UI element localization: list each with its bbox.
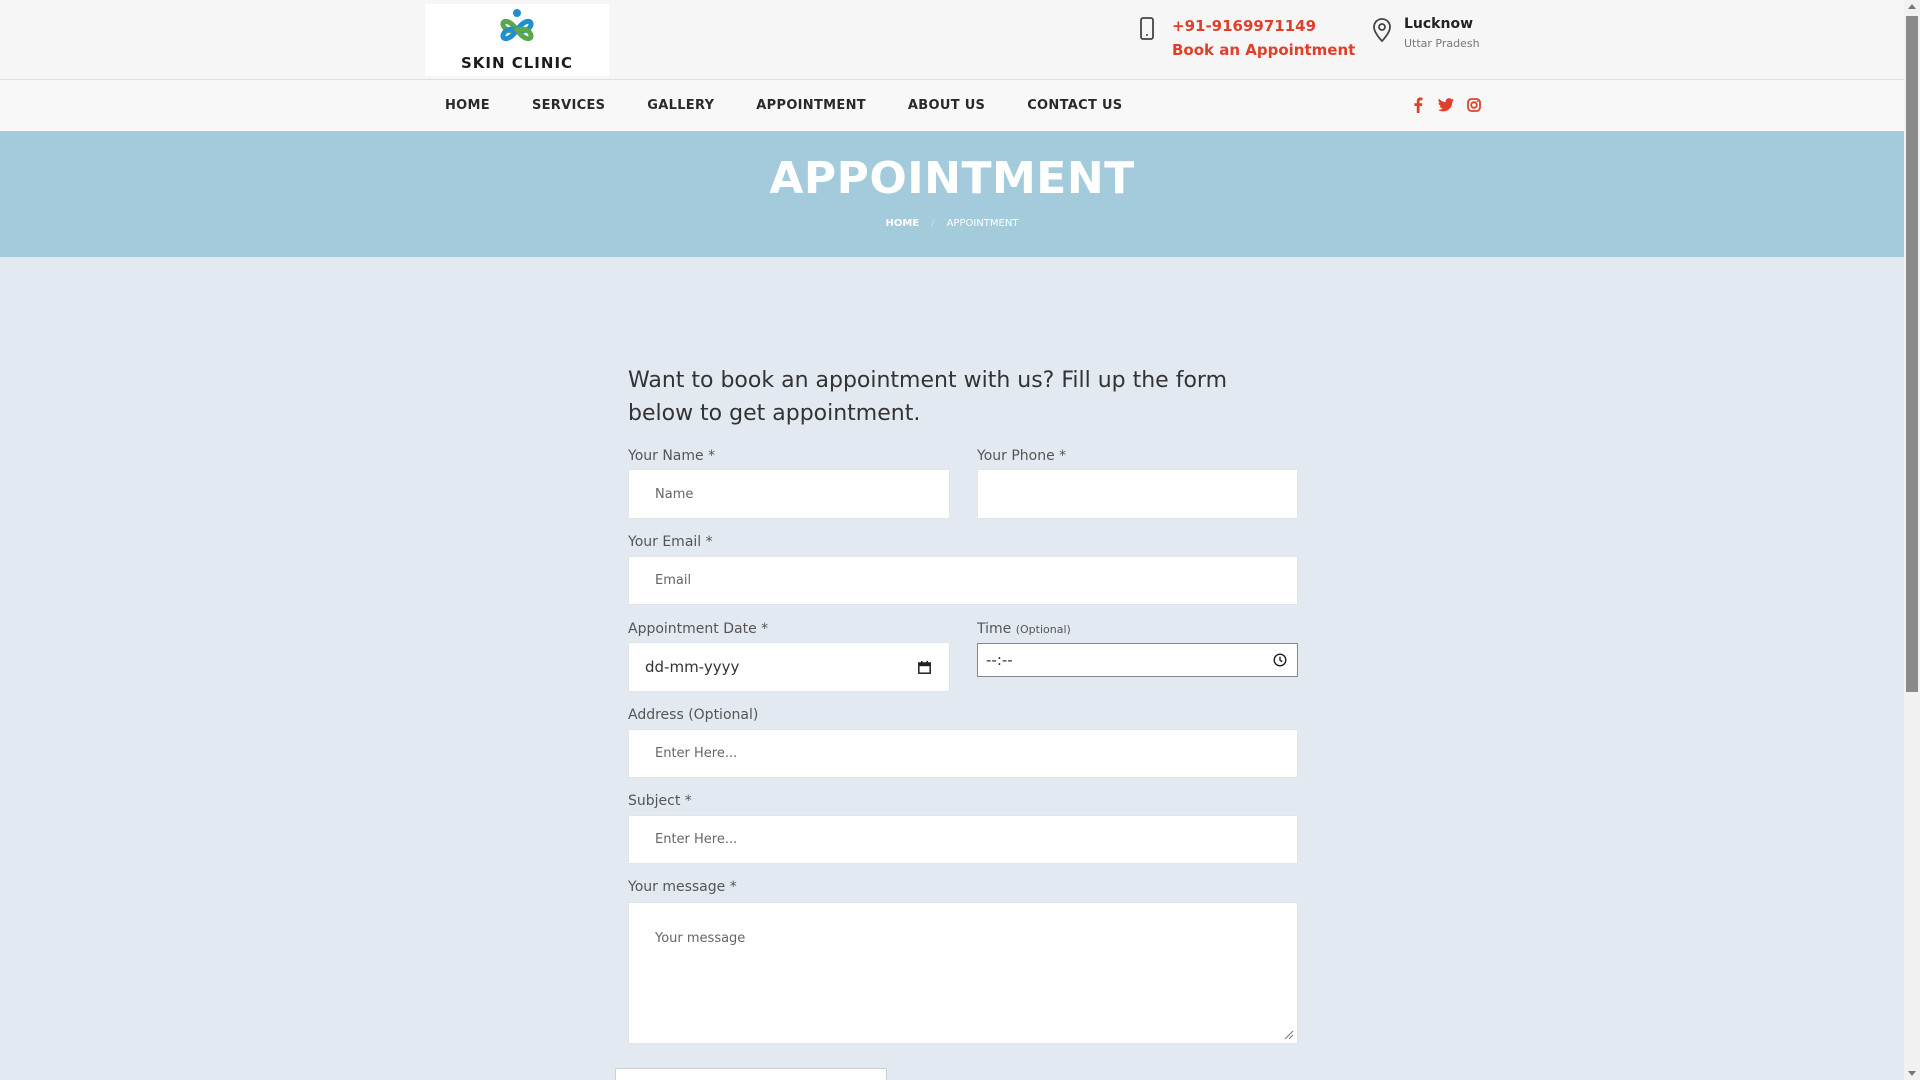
scroll-down-arrow-icon[interactable] (1908, 1071, 1916, 1076)
location-city: Lucknow (1404, 16, 1474, 32)
time-label: Time (Optional) (977, 621, 1071, 637)
name-label: Your Name * (628, 448, 716, 464)
facebook-icon[interactable] (1410, 96, 1426, 114)
date-placeholder: dd-mm-yyyy (645, 658, 740, 676)
form-intro-wrap: Want to book an appointment with us? Fil… (628, 364, 1298, 430)
map-pin-icon (1373, 18, 1391, 43)
submit-button[interactable] (615, 1068, 887, 1080)
phone-link[interactable]: +91-9169971149 (1172, 16, 1355, 36)
name-input[interactable]: Name (628, 469, 950, 519)
social-links (1410, 96, 1482, 114)
time-placeholder: --:-- (986, 651, 1013, 669)
time-label-text: Time (977, 621, 1012, 637)
breadcrumb-home[interactable]: HOME (886, 218, 920, 229)
subject-input[interactable]: Enter Here... (628, 815, 1298, 864)
clinic-logo[interactable]: SKIN CLINIC (425, 4, 609, 76)
breadcrumb: HOME / APPOINTMENT (0, 218, 1904, 229)
appointment-date-input[interactable]: dd-mm-yyyy (628, 642, 950, 692)
page-title: APPOINTMENT (769, 153, 1135, 204)
nav-item-appointment[interactable]: APPOINTMENT (756, 98, 866, 113)
nav-item-gallery[interactable]: GALLERY (647, 98, 714, 113)
top-header: SKIN CLINIC +91-9169971149 Book an Appoi… (0, 0, 1904, 80)
phone-label: Your Phone * (977, 448, 1067, 464)
nav-item-services[interactable]: SERVICES (532, 98, 605, 113)
nav-item-home[interactable]: HOME (445, 98, 490, 113)
mobile-phone-icon (1140, 17, 1154, 40)
scrollbar-thumb[interactable] (1906, 16, 1918, 692)
main-nav: HOME SERVICES GALLERY APPOINTMENT ABOUT … (424, 80, 1143, 131)
page-banner: APPOINTMENT HOME / APPOINTMENT (0, 131, 1904, 257)
instagram-icon[interactable] (1466, 96, 1482, 114)
email-placeholder: Email (655, 573, 692, 588)
main-navbar: HOME SERVICES GALLERY APPOINTMENT ABOUT … (0, 80, 1904, 131)
breadcrumb-separator: / (931, 218, 935, 229)
page-scrollbar[interactable] (1904, 0, 1920, 1080)
location-state: Uttar Pradesh (1404, 37, 1480, 50)
address-placeholder: Enter Here... (655, 746, 738, 761)
time-optional: (Optional) (1015, 623, 1071, 636)
message-textarea[interactable]: Your message (628, 902, 1298, 1044)
scroll-up-arrow-icon[interactable] (1908, 4, 1916, 9)
address-input[interactable]: Enter Here... (628, 729, 1298, 778)
form-intro: Want to book an appointment with us? Fil… (628, 368, 1228, 426)
address-label: Address (Optional) (628, 707, 759, 723)
calendar-icon[interactable] (918, 660, 931, 674)
twitter-icon[interactable] (1438, 96, 1454, 114)
book-appointment-link[interactable]: Book an Appointment (1172, 39, 1355, 61)
email-input[interactable]: Email (628, 556, 1298, 605)
name-placeholder: Name (655, 486, 694, 502)
date-label: Appointment Date * (628, 621, 769, 637)
subject-placeholder: Enter Here... (655, 832, 738, 847)
phone-input[interactable] (977, 469, 1298, 519)
logo-text: SKIN CLINIC (460, 54, 574, 72)
resize-handle-icon[interactable] (1284, 1030, 1294, 1040)
message-label: Your message * (628, 879, 737, 895)
time-input[interactable]: --:-- (977, 643, 1298, 677)
logo-mark-icon (500, 9, 534, 42)
nav-item-contact-us[interactable]: CONTACT US (1027, 98, 1122, 113)
message-placeholder: Your message (655, 931, 746, 946)
nav-item-about-us[interactable]: ABOUT US (908, 98, 985, 113)
email-label: Your Email * (628, 534, 713, 550)
contact-block: +91-9169971149 Book an Appointment (1136, 16, 1355, 61)
breadcrumb-current: APPOINTMENT (946, 218, 1019, 229)
clock-icon[interactable] (1273, 653, 1287, 667)
location-block: Lucknow Uttar Pradesh (1372, 15, 1480, 52)
subject-label: Subject * (628, 793, 692, 809)
